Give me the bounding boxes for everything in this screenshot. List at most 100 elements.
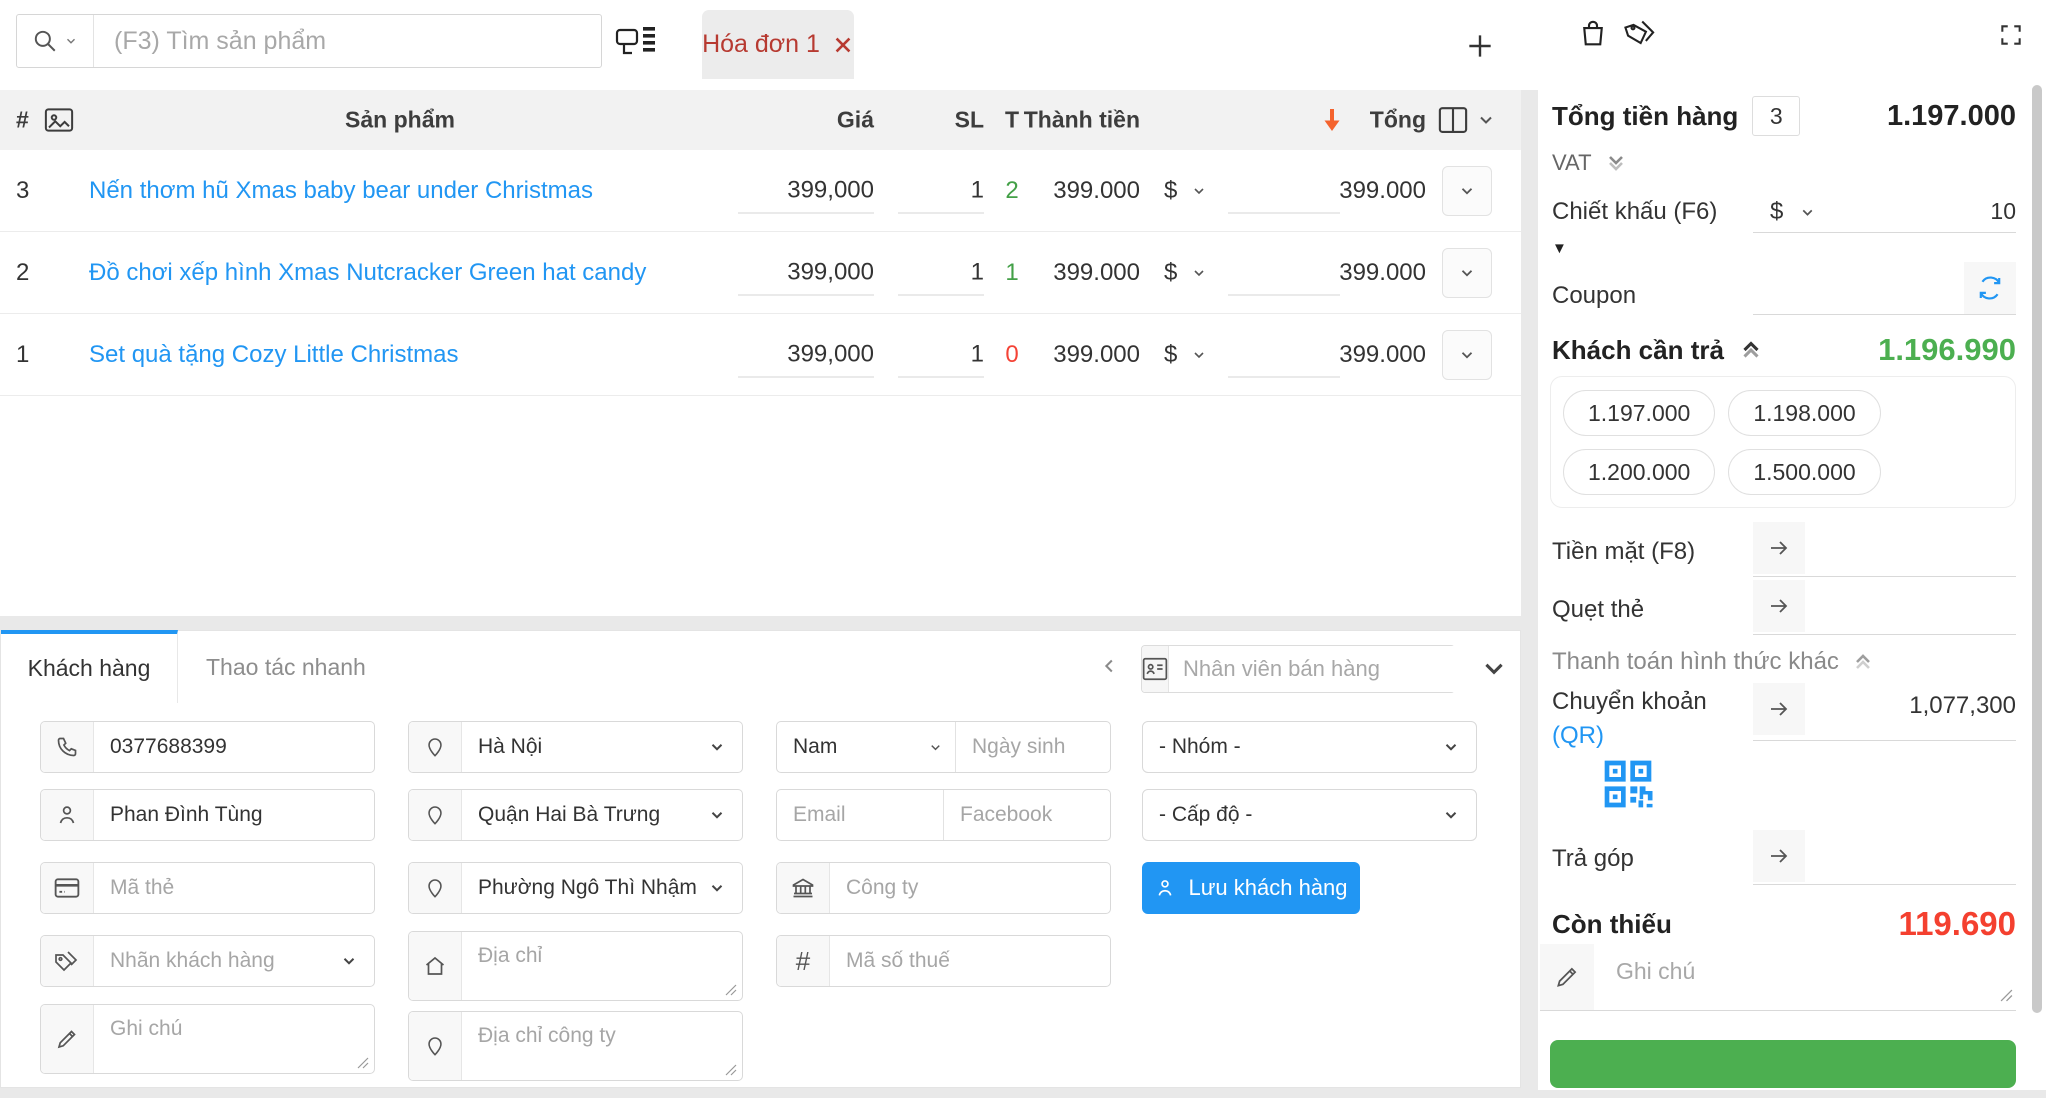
suggestion-pill[interactable]: 1.500.000 (1728, 449, 1881, 495)
order-note-field[interactable] (1540, 944, 2016, 1011)
double-chevron-up-icon[interactable] (1738, 337, 1764, 363)
email-input[interactable] (777, 790, 943, 840)
district-value[interactable]: Quận Hai Bà Trưng (462, 790, 742, 840)
card-apply-button[interactable] (1753, 580, 1805, 632)
staff-input[interactable] (1169, 646, 1485, 692)
transfer-value[interactable]: 1,077,300 (1753, 692, 2016, 720)
close-icon[interactable] (832, 34, 854, 56)
ward-value[interactable]: Phường Ngô Thì Nhậm (462, 863, 742, 913)
customer-label-select[interactable]: Nhãn khách hàng (40, 935, 375, 987)
installment-apply-button[interactable] (1753, 830, 1805, 882)
phone-field[interactable] (40, 721, 375, 773)
expand-row-button[interactable] (1442, 165, 1492, 216)
header-chevron-icon[interactable] (1476, 110, 1496, 130)
city-select[interactable]: Hà Nội (408, 721, 743, 773)
product-name-link[interactable]: Set quà tặng Cozy Little Christmas (89, 341, 459, 369)
company-address-input[interactable] (462, 1012, 742, 1080)
ward-select[interactable]: Phường Ngô Thì Nhậm (408, 862, 743, 914)
product-search[interactable] (16, 14, 602, 68)
resize-handle[interactable] (357, 1057, 369, 1069)
quantity-input[interactable]: 1 (898, 332, 984, 377)
search-mode-selector[interactable] (17, 15, 94, 67)
customer-pay-value: 1.196.990 (1878, 332, 2016, 367)
sidebar-scrollbar[interactable] (2032, 85, 2042, 1013)
phone-icon (41, 722, 94, 772)
pay-button[interactable] (1550, 1040, 2016, 1088)
price-input[interactable]: 399,000 (738, 332, 874, 377)
suggestion-pill[interactable]: 1.200.000 (1563, 449, 1716, 495)
level-value[interactable]: - Cấp độ - (1143, 790, 1476, 840)
company-input[interactable] (830, 863, 1110, 913)
birthday-input[interactable] (956, 722, 1110, 772)
location-pin-icon (409, 722, 462, 772)
installment-input-underline[interactable] (1753, 884, 2016, 885)
discount-unit-selector[interactable]: $ (1164, 177, 1228, 205)
fullscreen-icon[interactable] (1998, 22, 2024, 48)
facebook-input[interactable] (944, 790, 1110, 840)
resize-handle[interactable] (2000, 989, 2013, 1002)
tab-quick-actions[interactable]: Thao tác nhanh (206, 631, 366, 703)
company-address-field[interactable] (408, 1011, 743, 1081)
discount-unit-selector[interactable]: $ (1164, 259, 1228, 287)
resize-handle[interactable] (725, 984, 737, 996)
expand-row-button[interactable] (1442, 247, 1492, 298)
price-input[interactable]: 399,000 (738, 250, 874, 295)
group-select[interactable]: - Nhóm - (1142, 721, 1477, 773)
card-code-input[interactable] (94, 863, 374, 913)
order-note-input[interactable] (1594, 944, 2016, 1010)
chevron-down-icon (343, 958, 355, 965)
tax-code-field[interactable]: # (776, 935, 1111, 987)
double-chevron-up-icon[interactable] (1851, 650, 1875, 674)
customer-name-field[interactable] (40, 789, 375, 841)
phone-input[interactable] (94, 722, 374, 772)
address-input[interactable] (462, 932, 742, 1000)
card-code-field[interactable] (40, 862, 375, 914)
column-settings-icon[interactable] (1438, 106, 1468, 134)
staff-field[interactable] (1141, 645, 1485, 693)
search-input[interactable] (94, 26, 601, 56)
add-invoice-button[interactable] (1462, 28, 1498, 64)
product-name-link[interactable]: Nến thơm hũ Xmas baby bear under Christm… (89, 177, 593, 205)
quantity-input[interactable]: 1 (898, 168, 984, 213)
qr-code-icon[interactable] (1600, 756, 1656, 812)
barcode-scanner-icon[interactable] (614, 24, 658, 58)
coupon-input-underline[interactable] (1753, 314, 2016, 315)
total-row: Tổng tiền hàng 3 1.197.000 (1552, 96, 2016, 136)
discount-unit-selector[interactable]: $ (1164, 341, 1228, 369)
shopping-bag-icon[interactable] (1578, 18, 1608, 48)
discount-value[interactable]: 10 (1753, 198, 2016, 225)
card-input-underline[interactable] (1753, 634, 2016, 635)
double-chevron-down-icon[interactable] (1604, 151, 1628, 175)
customer-note-field[interactable] (40, 1004, 375, 1074)
company-field[interactable] (776, 862, 1111, 914)
cash-apply-button[interactable] (1753, 522, 1805, 574)
caret-down-icon[interactable]: ▼ (1552, 240, 1567, 257)
tab-customer[interactable]: Khách hàng (1, 630, 178, 703)
customer-note-input[interactable] (94, 1005, 374, 1073)
resize-handle[interactable] (725, 1064, 737, 1076)
tab-invoice[interactable]: Hóa đơn 1 (702, 10, 854, 79)
suggestion-pill[interactable]: 1.198.000 (1728, 390, 1881, 436)
quantity-input[interactable]: 1 (898, 250, 984, 295)
address-field[interactable] (408, 931, 743, 1001)
save-customer-button[interactable]: Lưu khách hàng (1142, 862, 1360, 914)
tax-code-input[interactable] (830, 936, 1110, 986)
chevron-down-icon (931, 744, 940, 750)
cash-input-underline[interactable] (1753, 576, 2016, 577)
suggestion-pill[interactable]: 1.197.000 (1563, 390, 1716, 436)
gender-select[interactable]: Nam (777, 722, 955, 772)
product-name-link[interactable]: Đồ chơi xếp hình Xmas Nutcracker Green h… (89, 259, 646, 287)
city-value[interactable]: Hà Nội (462, 722, 742, 772)
price-input[interactable]: 399,000 (738, 168, 874, 213)
customer-name-input[interactable] (94, 790, 374, 840)
coupon-refresh-button[interactable] (1964, 262, 2016, 314)
transfer-qr-link[interactable]: (QR) (1552, 722, 1604, 750)
price-tags-icon[interactable] (1624, 18, 1658, 48)
district-select[interactable]: Quận Hai Bà Trưng (408, 789, 743, 841)
customer-label-value[interactable]: Nhãn khách hàng (94, 936, 374, 986)
collapse-left-icon[interactable] (1099, 653, 1121, 679)
group-value[interactable]: - Nhóm - (1143, 722, 1476, 772)
expand-panel-icon[interactable] (1481, 655, 1507, 681)
expand-row-button[interactable] (1442, 329, 1492, 380)
level-select[interactable]: - Cấp độ - (1142, 789, 1477, 841)
